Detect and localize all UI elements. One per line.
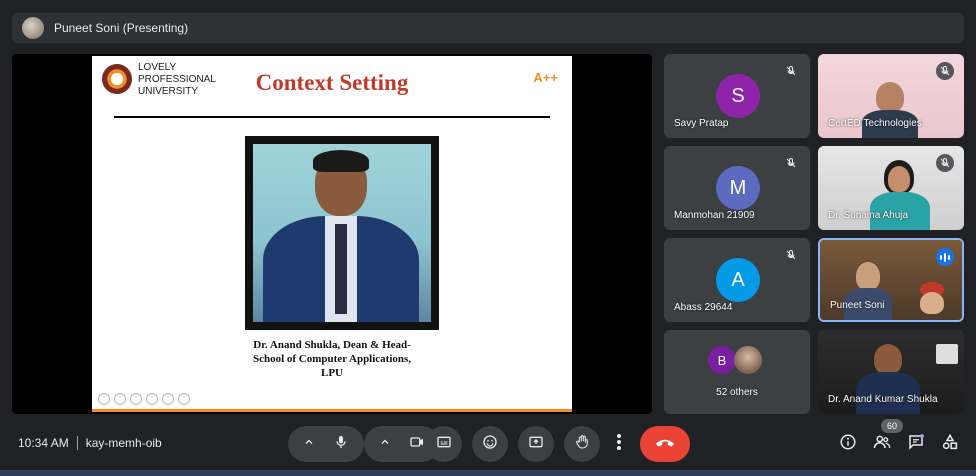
activities-icon bbox=[941, 433, 959, 456]
participant-tile-active[interactable]: Puneet Soni bbox=[818, 238, 964, 322]
presentation-stage[interactable]: LOVELY PROFESSIONAL UNIVERSITY Context S… bbox=[12, 54, 652, 414]
hang-up-icon bbox=[654, 435, 676, 453]
present-screen-button[interactable] bbox=[518, 426, 554, 462]
caption-line: School of Computer Applications, bbox=[252, 353, 412, 365]
presentation-slide: LOVELY PROFESSIONAL UNIVERSITY Context S… bbox=[92, 56, 572, 412]
participant-name: Dr. Anand Kumar Shukla bbox=[828, 394, 938, 405]
participant-avatar-photo bbox=[734, 346, 762, 374]
participant-avatar: M bbox=[716, 166, 760, 210]
meeting-details-button[interactable] bbox=[838, 434, 858, 454]
meeting-code: kay-memh-oib bbox=[85, 436, 162, 450]
present-screen-icon bbox=[528, 434, 544, 455]
participant-tile[interactable]: Dr. Anand Kumar Shukla bbox=[818, 330, 964, 414]
participant-tile[interactable]: S Savy Pratap bbox=[664, 54, 810, 138]
meeting-info: 10:34 AM kay-memh-oib bbox=[18, 436, 162, 450]
participant-name: Puneet Soni bbox=[830, 300, 885, 311]
participant-tile[interactable]: A Abass 29644 bbox=[664, 238, 810, 322]
meeting-time: 10:34 AM bbox=[18, 436, 69, 450]
chat-button[interactable] bbox=[906, 433, 926, 456]
participant-tile[interactable]: CertED Technologies bbox=[818, 54, 964, 138]
presenting-bar: Puneet Soni (Presenting) bbox=[12, 13, 964, 43]
presenter-avatar bbox=[22, 17, 44, 39]
leave-call-button[interactable] bbox=[640, 426, 690, 462]
people-icon bbox=[873, 433, 891, 456]
mic-off-icon bbox=[782, 246, 800, 264]
participant-name: Dr. Sunaina Ahuja bbox=[828, 210, 909, 221]
chevron-up-icon[interactable] bbox=[379, 435, 391, 453]
participant-name: Manmohan 21909 bbox=[674, 210, 755, 221]
mic-off-icon bbox=[936, 154, 954, 172]
emoji-icon bbox=[482, 434, 498, 455]
slide-caption: Dr. Anand Shukla, Dean & Head- School of… bbox=[92, 338, 572, 380]
participant-avatar: A bbox=[716, 258, 760, 302]
slide-control-icon[interactable] bbox=[98, 393, 110, 405]
camera-icon[interactable] bbox=[409, 434, 425, 455]
others-count: 52 others bbox=[716, 387, 758, 398]
reactions-button[interactable] bbox=[472, 426, 508, 462]
participant-avatar: B bbox=[708, 346, 736, 374]
captions-button[interactable] bbox=[426, 426, 462, 462]
mic-off-icon bbox=[936, 62, 954, 80]
participant-name: CertED Technologies bbox=[828, 118, 922, 129]
participant-tile[interactable]: Dr. Sunaina Ahuja bbox=[818, 146, 964, 230]
slide-title: Context Setting bbox=[255, 70, 409, 95]
participant-name: Abass 29644 bbox=[674, 302, 733, 313]
slide-divider bbox=[114, 116, 550, 118]
microphone-icon[interactable] bbox=[333, 434, 349, 455]
slide-control-icon[interactable] bbox=[178, 393, 190, 405]
raise-hand-button[interactable] bbox=[564, 426, 600, 462]
slide-control-icon[interactable] bbox=[114, 393, 126, 405]
participant-tile[interactable]: M Manmohan 21909 bbox=[664, 146, 810, 230]
info-icon bbox=[839, 433, 857, 456]
people-button[interactable] bbox=[872, 434, 892, 454]
mic-off-icon bbox=[782, 154, 800, 172]
slide-control-icon[interactable] bbox=[146, 393, 158, 405]
accreditation-badge: A++ bbox=[533, 70, 558, 85]
more-options-button[interactable] bbox=[606, 426, 632, 462]
captions-icon bbox=[436, 434, 452, 455]
participant-count-badge: 60 bbox=[881, 419, 903, 433]
activities-button[interactable] bbox=[940, 433, 960, 456]
speaker-photo bbox=[245, 136, 439, 330]
speaking-indicator-icon bbox=[936, 248, 954, 266]
participant-avatar: S bbox=[716, 74, 760, 118]
microphone-control[interactable] bbox=[288, 426, 364, 462]
participant-name: Savy Pratap bbox=[674, 118, 729, 129]
caption-line: Dr. Anand Shukla, Dean & Head- bbox=[253, 339, 411, 351]
slide-control-icon[interactable] bbox=[130, 393, 142, 405]
chevron-up-icon[interactable] bbox=[303, 435, 315, 453]
more-vertical-icon bbox=[616, 433, 622, 456]
separator bbox=[76, 436, 78, 450]
participant-tile-others[interactable]: B 52 others bbox=[664, 330, 810, 414]
mic-off-icon bbox=[782, 62, 800, 80]
os-taskbar bbox=[0, 470, 976, 476]
hand-icon bbox=[574, 434, 590, 455]
chat-icon bbox=[907, 433, 925, 456]
presenting-label: Puneet Soni (Presenting) bbox=[54, 21, 189, 35]
slide-controls bbox=[98, 393, 190, 405]
slide-control-icon[interactable] bbox=[162, 393, 174, 405]
caption-line: LPU bbox=[321, 367, 343, 379]
